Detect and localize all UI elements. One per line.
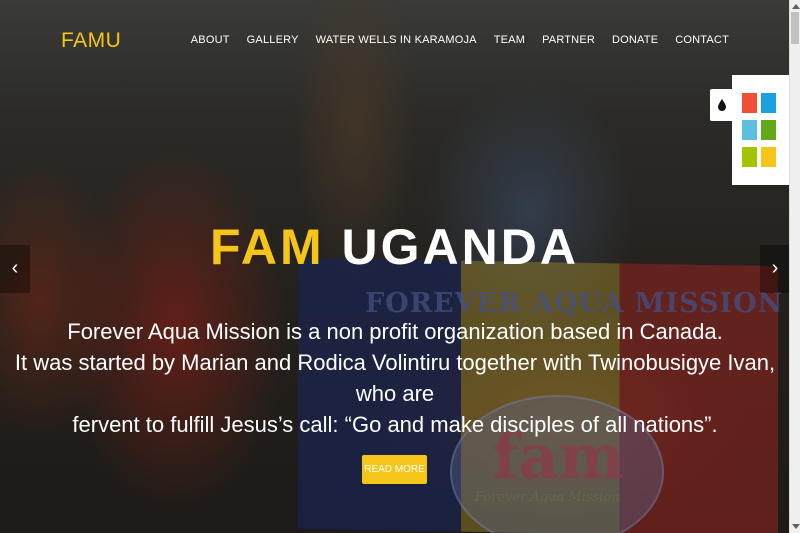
hero-title-part2: UGANDA <box>341 219 579 275</box>
color-swatch-light-blue[interactable] <box>742 120 757 140</box>
hero-desc-line1: Forever Aqua Mission is a non profit org… <box>67 319 723 344</box>
color-swatch-red[interactable] <box>742 93 757 113</box>
nav-item-donate[interactable]: DONATE <box>612 34 658 46</box>
hero-photo-logo-sub: Forever Aqua Mission <box>475 490 620 505</box>
color-swatch-panel <box>732 75 789 185</box>
scroll-down-arrow-icon[interactable] <box>792 524 800 529</box>
style-switcher <box>710 75 789 185</box>
read-more-button[interactable]: READ MORE <box>362 455 427 484</box>
top-navbar: FAMU ABOUT GALLERY WATER WELLS IN KARAMO… <box>0 0 789 80</box>
chevron-left-icon: ‹ <box>11 257 19 279</box>
slider-next-button[interactable]: › <box>760 245 789 293</box>
nav-item-contact[interactable]: CONTACT <box>675 34 729 46</box>
hero-description: Forever Aqua Mission is a non profit org… <box>10 316 780 440</box>
color-swatch-green[interactable] <box>761 120 776 140</box>
nav-item-team[interactable]: TEAM <box>494 34 525 46</box>
nav-item-partner[interactable]: PARTNER <box>542 34 595 46</box>
hero-title: FAM UGANDA <box>0 218 789 276</box>
color-swatch-yellow[interactable] <box>761 147 776 167</box>
scroll-up-arrow-icon[interactable] <box>792 4 800 9</box>
hero-desc-line2: It was started by Marian and Rodica Voli… <box>14 350 776 406</box>
main-nav: ABOUT GALLERY WATER WELLS IN KARAMOJA TE… <box>191 34 729 46</box>
scroll-thumb[interactable] <box>791 12 799 44</box>
hero-title-part1: FAM <box>210 219 325 275</box>
hero-desc-line3: fervent to fulfill Jesus’s call: “Go and… <box>72 412 718 437</box>
droplet-icon <box>718 99 726 111</box>
hero-photo-banner-text: FOREVER AQUA MISSION <box>365 288 784 319</box>
nav-item-about[interactable]: ABOUT <box>191 34 230 46</box>
hero-slider: FOREVER AQUA MISSION fam Forever Aqua Mi… <box>0 0 789 533</box>
color-swatch-blue[interactable] <box>761 93 776 113</box>
style-switcher-toggle[interactable] <box>710 89 734 121</box>
nav-item-gallery[interactable]: GALLERY <box>247 34 299 46</box>
color-swatch-lime[interactable] <box>742 147 757 167</box>
page-scrollbar[interactable] <box>789 0 800 533</box>
site-logo[interactable]: FAMU <box>61 29 121 53</box>
nav-item-water-wells[interactable]: WATER WELLS IN KARAMOJA <box>316 34 477 46</box>
slider-prev-button[interactable]: ‹ <box>0 245 30 293</box>
chevron-right-icon: › <box>771 257 779 279</box>
